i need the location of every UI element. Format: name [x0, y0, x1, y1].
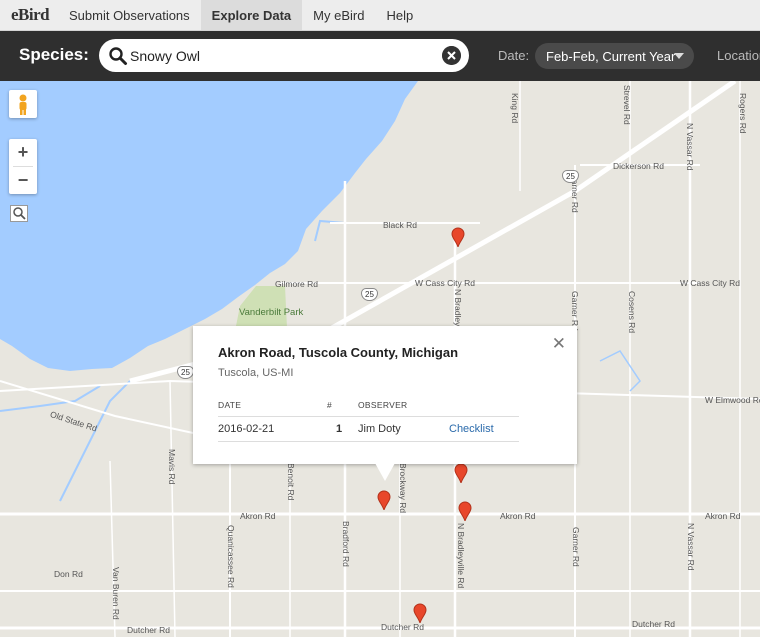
species-search-value: Snowy Owl	[130, 48, 201, 64]
label-akron-rd-mid: Akron Rd	[500, 511, 536, 521]
label-strevel-rd: Strevel Rd	[622, 85, 632, 125]
label-quanicassee-rd: Quanicassee Rd	[226, 525, 236, 588]
label-rogers-rd: Rogers Rd	[738, 93, 748, 134]
nav-my-ebird[interactable]: My eBird	[302, 0, 375, 30]
checklist-link[interactable]: Checklist	[449, 423, 494, 435]
date-range-dropdown[interactable]: Feb-Feb, Current Year	[535, 43, 694, 69]
nav-submit-observations[interactable]: Submit Observations	[58, 0, 201, 30]
label-cosens-rd: Cosens Rd	[627, 291, 637, 334]
info-location-title: Akron Road, Tuscola County, Michigan	[218, 345, 459, 360]
info-window-pointer	[375, 463, 395, 481]
zoom-in-button[interactable]: +	[9, 139, 37, 166]
label-bradford-rd: Bradford Rd	[341, 521, 351, 567]
label-don-rd: Don Rd	[54, 569, 83, 579]
label-garner-rd-south: Garner Rd	[571, 527, 581, 567]
date-range-value: Feb-Feb, Current Year	[546, 49, 676, 64]
label-n-vassar-rd-north: N Vassar Rd	[685, 123, 695, 171]
caret-down-icon	[674, 53, 684, 59]
zoom-control: + −	[9, 139, 37, 194]
label-gilmore-rd: Gilmore Rd	[275, 279, 318, 289]
sighting-marker[interactable]	[413, 603, 427, 623]
label-akron-rd-east: Akron Rd	[705, 511, 741, 521]
info-location-subtitle: Tuscola, US-MI	[218, 367, 294, 379]
label-dutcher-rd-west: Dutcher Rd	[127, 625, 170, 635]
label-dickerson-rd: Dickerson Rd	[613, 161, 665, 171]
species-label: Species:	[19, 45, 89, 64]
zoom-box-button[interactable]	[10, 205, 28, 222]
nav-help[interactable]: Help	[375, 0, 424, 30]
clear-search-icon[interactable]	[442, 46, 461, 65]
label-n-bradleyville-rd-south: N Bradleyville Rd	[456, 523, 466, 589]
label-dutcher-rd-east: Dutcher Rd	[632, 619, 675, 629]
label-akron-rd-west: Akron Rd	[240, 511, 276, 521]
species-filter-bar: Species: Snowy Owl Date: Feb-Feb, Curren…	[0, 31, 760, 81]
label-w-elmwood-rd: W Elmwood Rd	[705, 395, 760, 405]
label-brockway-rd: Brockway Rd	[398, 463, 408, 514]
table-header-divider	[218, 416, 519, 417]
species-search-input[interactable]: Snowy Owl	[99, 39, 469, 72]
column-header-observer: OBSERVER	[358, 400, 408, 410]
row-count: 1	[336, 423, 343, 435]
row-observer: Jim Doty	[358, 423, 401, 435]
location-label: Location	[717, 48, 760, 63]
date-label: Date:	[498, 48, 530, 63]
label-mavis-rd: Mavis Rd	[167, 449, 177, 485]
street-view-pegman[interactable]	[9, 90, 37, 118]
label-king-rd: King Rd	[510, 93, 520, 124]
table-row-divider	[218, 441, 519, 442]
pegman-icon	[19, 94, 27, 115]
label-van-buren-rd: Van Buren Rd	[111, 567, 121, 620]
ebird-logo[interactable]: eBird	[0, 0, 58, 30]
label-black-rd: Black Rd	[383, 220, 418, 230]
close-icon[interactable]: ✕	[552, 334, 566, 354]
label-w-cass-city-rd-west: W Cass City Rd	[415, 278, 475, 288]
search-icon	[109, 47, 127, 65]
zoom-magnifier-icon	[13, 207, 26, 220]
sighting-marker[interactable]	[458, 501, 472, 521]
map-canvas[interactable]: King Rd Strevel Rd Rogers Rd N Vassar Rd…	[0, 81, 760, 637]
label-n-vassar-rd-south: N Vassar Rd	[686, 523, 696, 571]
label-vanderbilt-park: Vanderbilt Park	[239, 307, 304, 318]
sighting-marker[interactable]	[451, 227, 465, 247]
sighting-marker[interactable]	[454, 463, 468, 483]
row-date: 2016-02-21	[218, 423, 275, 435]
label-garner-rd-mid: Garner Rd	[570, 291, 580, 331]
nav-explore-data[interactable]: Explore Data	[200, 0, 303, 30]
sighting-marker-selected[interactable]	[377, 490, 391, 510]
top-navigation: eBird Submit Observations Explore Data M…	[0, 0, 760, 31]
label-w-cass-city-rd-east: W Cass City Rd	[680, 278, 740, 288]
label-dutcher-rd-mid: Dutcher Rd	[381, 622, 424, 632]
column-header-date: DATE	[218, 400, 242, 410]
zoom-out-button[interactable]: −	[9, 167, 37, 194]
column-header-count: #	[327, 400, 333, 410]
label-benoit-rd: Benoit Rd	[286, 463, 296, 501]
location-info-window: ✕ Akron Road, Tuscola County, Michigan T…	[193, 326, 577, 481]
